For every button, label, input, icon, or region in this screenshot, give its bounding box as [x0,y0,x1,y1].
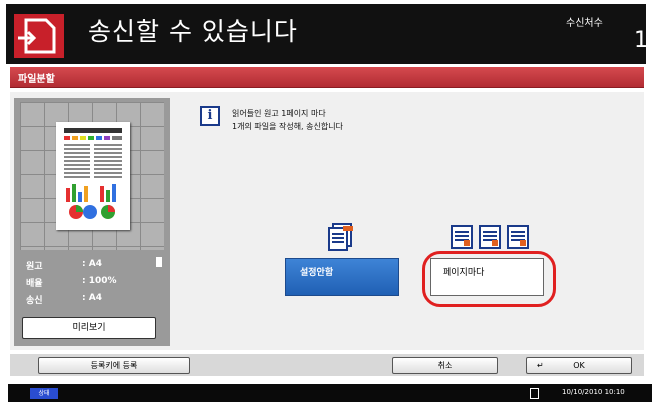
zoom-value: : 100% [82,276,117,286]
page-icon [530,388,539,399]
preview-button[interactable]: 미리보기 [22,317,156,339]
destination-count-label: 수신처수 [566,18,603,29]
page-title: 송신할 수 있습니다 [88,17,298,46]
status-bar [8,384,652,402]
register-shortcut-button[interactable]: 등록키에 등록 [38,357,190,374]
status-button[interactable]: 상태 [30,388,58,399]
original-size-label: 원고 [26,262,43,272]
no-setting-label: 설정안함 [300,268,334,278]
function-title: 파일분할 [18,74,55,85]
cancel-button[interactable]: 취소 [392,357,498,374]
send-size-label: 송신 [26,296,43,306]
original-size-value: : A4 [82,259,102,269]
zoom-label: 배율 [26,279,43,289]
message-line-1: 읽어들인 원고 1페이지 마다 [232,109,326,118]
selection-highlight [422,251,556,307]
no-setting-button[interactable]: 설정안함 [285,258,399,296]
orientation-icon [156,257,162,267]
send-document-icon [14,14,64,58]
function-bar [10,67,644,88]
enter-key-icon: ↵ [537,361,544,370]
info-icon: i [200,106,220,126]
ok-label: OK [573,361,585,370]
message-line-2: 1개의 파일을 작성해, 송신합니다 [232,122,343,131]
preview-thumbnail [56,122,130,230]
single-document-icon [327,222,355,256]
send-size-value: : A4 [82,293,102,303]
status-datetime: 10/10/2010 10:10 [562,388,625,396]
ok-button[interactable]: ↵ OK [526,357,632,374]
destination-count: 1 [634,28,648,53]
